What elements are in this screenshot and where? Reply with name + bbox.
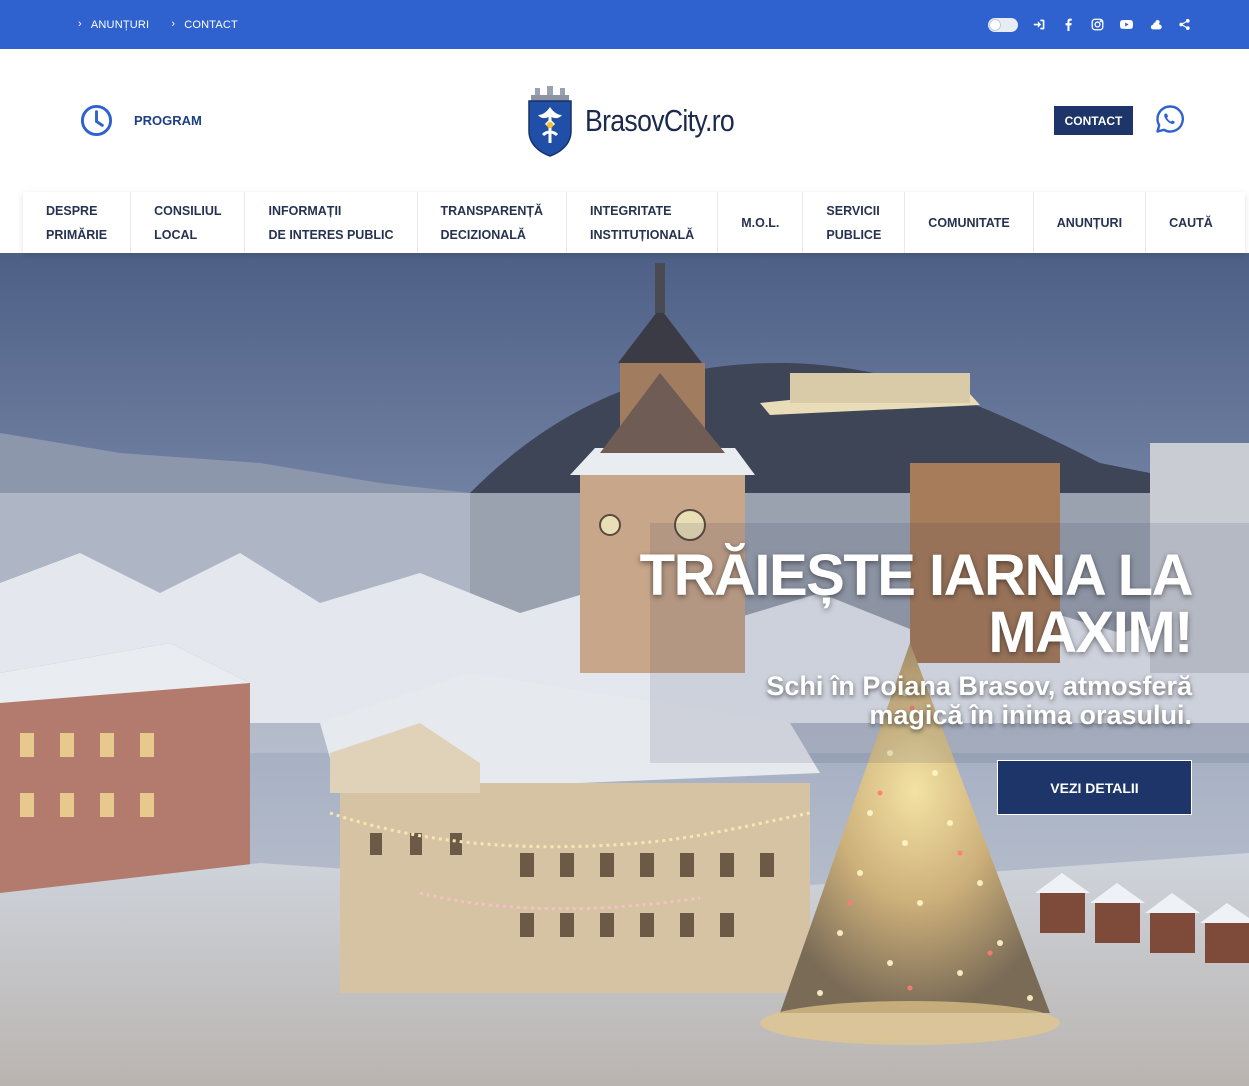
top-link-contact[interactable]: › CONTACT xyxy=(171,17,238,31)
hero-banner: TRĂIEȘTE IARNA LA MAXIM! Schi în Poiana … xyxy=(0,253,1249,1086)
nav-label: SERVICII xyxy=(826,203,880,218)
youtube-icon[interactable] xyxy=(1112,0,1141,49)
top-link-anunturi[interactable]: › ANUNȚURI xyxy=(78,17,150,31)
nav-label: CAUTĂ xyxy=(1169,215,1213,230)
nav-label: INSTITUȚIONALĂ xyxy=(590,227,695,242)
facebook-icon[interactable] xyxy=(1054,0,1083,49)
nav-label: DESPRE xyxy=(46,203,98,218)
hero-subtitle-line: magică în inima orasului. xyxy=(869,700,1192,730)
hero-subtitle: Schi în Poiana Brasov, atmosferă magică … xyxy=(692,672,1192,730)
login-icon[interactable] xyxy=(1025,0,1054,49)
hero-title-line: TRĂIEȘTE IARNA LA xyxy=(639,543,1194,608)
nav-label: PUBLICE xyxy=(826,227,882,242)
theme-toggle[interactable] xyxy=(988,17,1018,32)
nav-item-cauta[interactable]: CAUTĂ xyxy=(1146,192,1236,253)
coat-of-arms-icon xyxy=(528,86,572,157)
top-links: › ANUNȚURI › CONTACT xyxy=(78,0,260,49)
main-nav: DESPRE PRIMĂRIE CONSILIUL LOCAL INFORMAȚII… xyxy=(23,192,1245,253)
nav-item-servicii-publice[interactable]: SERVICII PUBLICE xyxy=(803,192,906,253)
top-bar: › ANUNȚURI › CONTACT xyxy=(0,0,1249,49)
instagram-icon[interactable] xyxy=(1083,0,1112,49)
nav-label: LOCAL xyxy=(154,227,198,242)
program-label: PROGRAM xyxy=(134,113,202,128)
site-header: PROGRAM BrasovCity.ro CONTACT xyxy=(0,49,1249,192)
vezi-detalii-button[interactable]: VEZI DETALII xyxy=(997,760,1192,815)
weather-icon[interactable] xyxy=(1141,0,1170,49)
share-icon[interactable] xyxy=(1170,0,1199,49)
nav-label: CONSILIUL xyxy=(154,203,222,218)
chevron-right-icon: › xyxy=(171,17,176,30)
nav-item-mol[interactable]: M.O.L. xyxy=(718,192,804,253)
nav-label: M.O.L. xyxy=(741,215,780,230)
nav-label: DE INTERES PUBLIC xyxy=(268,227,394,242)
nav-label: INFORMAȚII xyxy=(268,203,342,218)
nav-item-integritate[interactable]: INTEGRITATE INSTITUȚIONALĂ xyxy=(567,192,719,253)
top-link-label: ANUNȚURI xyxy=(90,18,150,31)
nav-label: PRIMĂRIE xyxy=(46,227,108,242)
chevron-right-icon: › xyxy=(78,17,82,30)
winter-city-photo xyxy=(0,253,1249,1086)
program-link[interactable]: PROGRAM xyxy=(80,104,202,137)
hero-title: TRĂIEȘTE IARNA LA MAXIM! xyxy=(632,543,1194,665)
nav-label: DECIZIONALĂ xyxy=(440,227,526,242)
nav-label: TRANSPARENȚĂ xyxy=(440,203,544,218)
nav-label: ANUNȚURI xyxy=(1056,215,1123,230)
header-contact-button[interactable]: CONTACT xyxy=(1054,106,1133,135)
nav-item-transparenta[interactable]: TRANSPARENȚĂ DECIZIONALĂ xyxy=(418,192,568,253)
nav-item-consiliul-local[interactable]: CONSILIUL LOCAL xyxy=(131,192,246,253)
top-link-label: CONTACT xyxy=(184,18,238,31)
hero-subtitle-line: Schi în Poiana Brasov, atmosferă xyxy=(766,671,1192,701)
nav-label: COMUNITATE xyxy=(928,215,1010,230)
nav-item-informatii[interactable]: INFORMAȚII DE INTERES PUBLIC xyxy=(245,192,418,253)
whatsapp-icon[interactable] xyxy=(1155,104,1185,134)
toggle-knob xyxy=(990,19,1000,30)
nav-label: INTEGRITATE xyxy=(590,203,672,218)
nav-item-comunitate[interactable]: COMUNITATE xyxy=(905,192,1034,253)
nav-item-despre-primarie[interactable]: DESPRE PRIMĂRIE xyxy=(23,192,132,253)
clock-icon xyxy=(80,104,113,137)
site-logo[interactable]: BrasovCity.ro xyxy=(526,85,758,157)
nav-item-anunturi[interactable]: ANUNȚURI xyxy=(1034,192,1147,253)
hero-title-line: MAXIM! xyxy=(988,600,1193,665)
top-icons xyxy=(988,0,1199,49)
logo-text: BrasovCity.ro xyxy=(585,103,735,138)
